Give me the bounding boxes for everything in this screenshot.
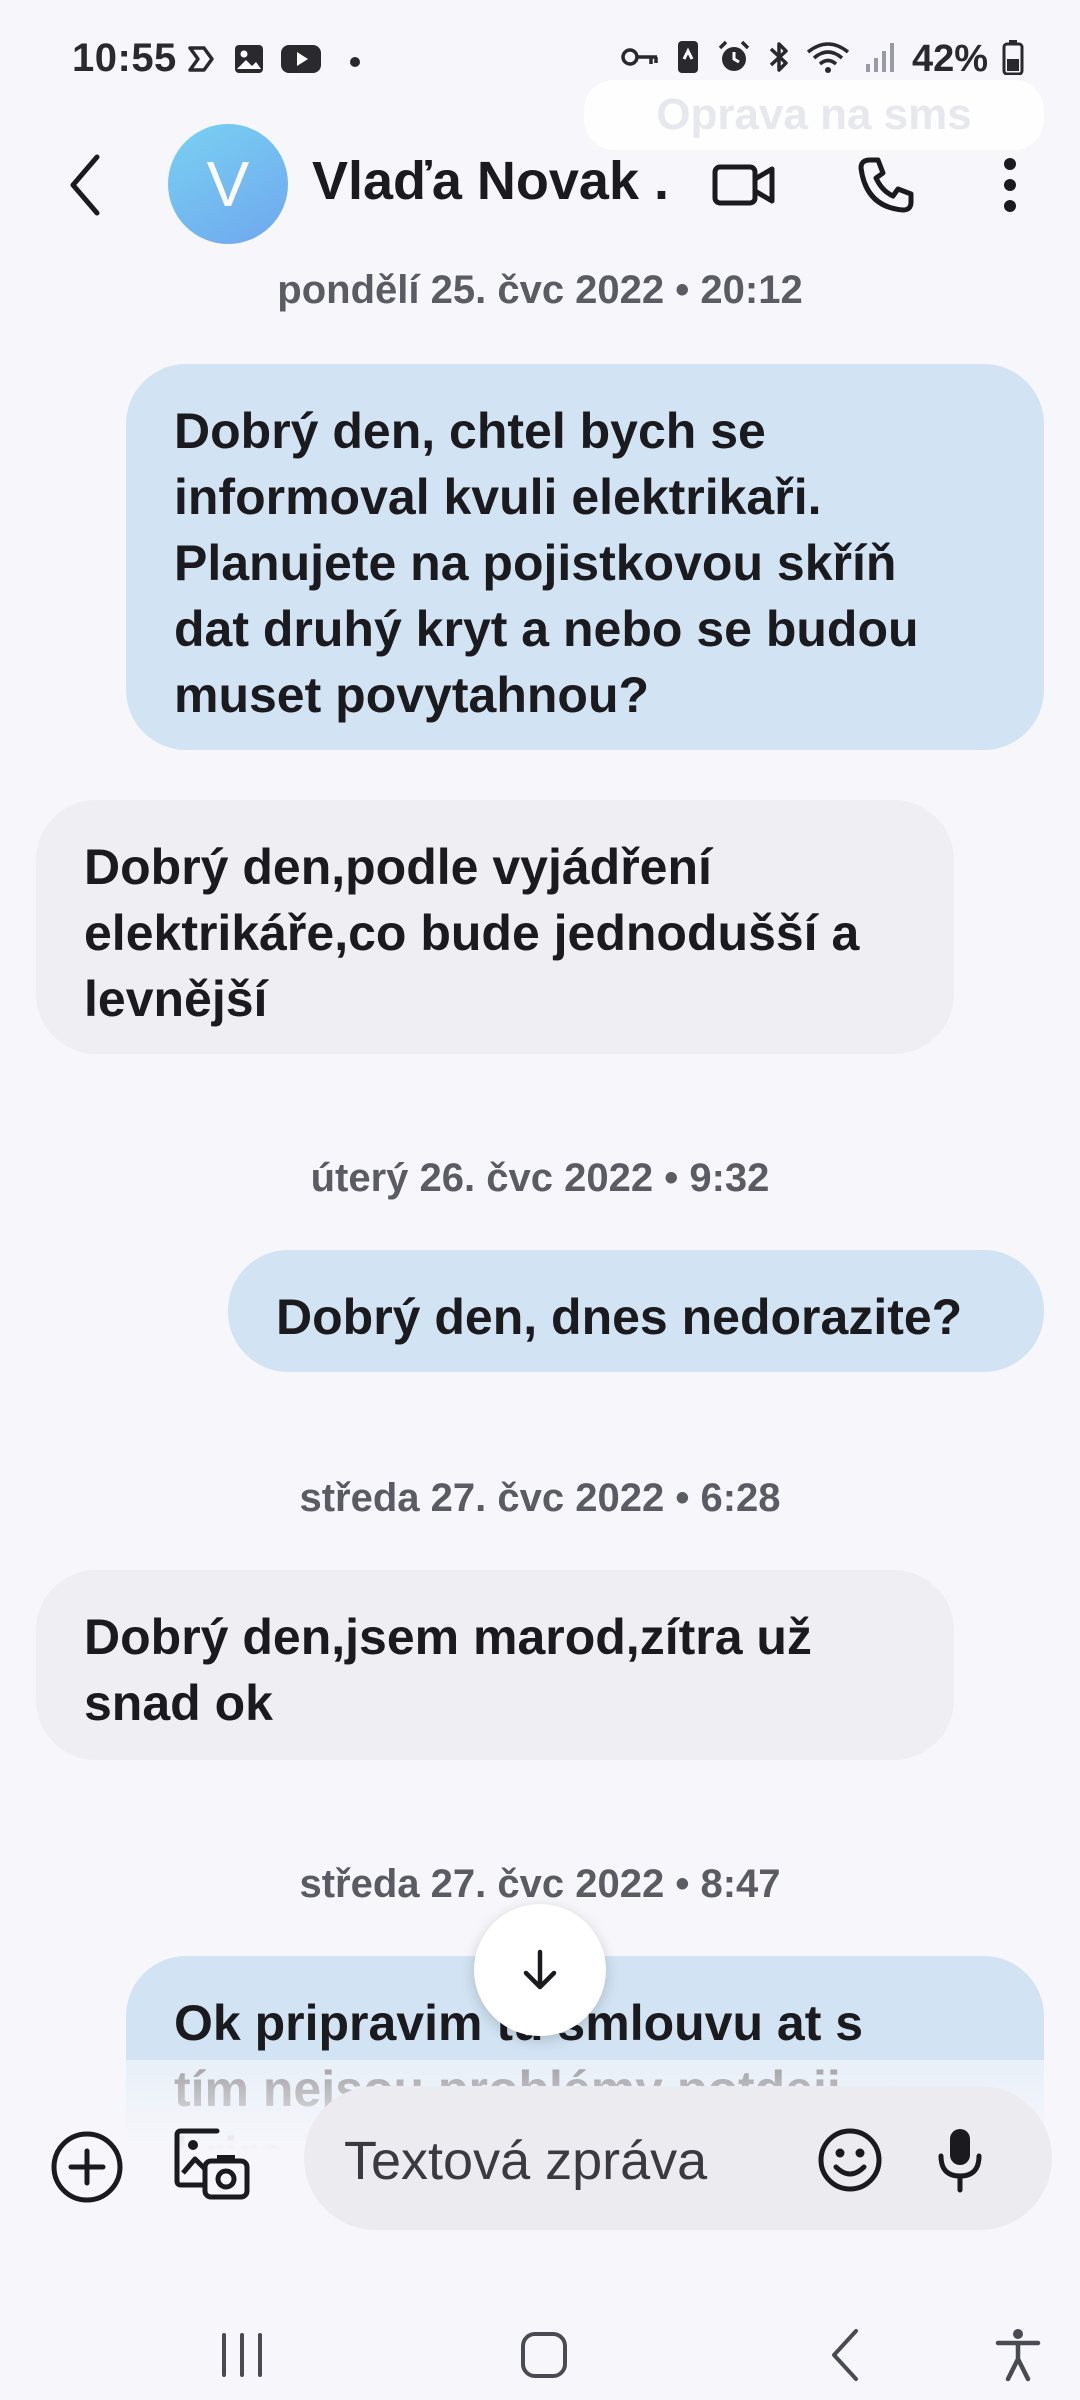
chevron-left-icon	[70, 154, 100, 216]
contact-avatar[interactable]: V	[168, 124, 288, 244]
emoji-button[interactable]	[812, 2122, 888, 2198]
message-input-container	[304, 2086, 1052, 2230]
status-time: 10:55	[72, 36, 177, 80]
gallery-camera-icon	[174, 2128, 250, 2200]
date-separator: úterý 26. čvc 2022 • 9:32	[310, 1156, 770, 1200]
date-separator: středa 27. čvc 2022 • 6:28	[299, 1476, 781, 1520]
microphone-icon	[938, 2129, 982, 2193]
gallery-icon	[232, 42, 266, 81]
arrow-down-icon	[523, 1949, 557, 1990]
sent-message[interactable]: Dobrý den, chtel bych se informoval kvul…	[126, 364, 1044, 750]
date-separator: pondělí 25. čvc 2022 • 20:12	[277, 268, 803, 312]
message-input[interactable]	[344, 2126, 774, 2196]
message-composer	[0, 2060, 1080, 2320]
plus-circle-icon	[51, 2131, 123, 2203]
phone-icon	[858, 157, 914, 213]
gallery-camera-button[interactable]	[172, 2124, 252, 2204]
wifi-icon	[806, 40, 850, 79]
key-icon	[620, 42, 660, 77]
status-right-icons: 42%	[620, 38, 1024, 81]
video-camera-icon	[712, 164, 775, 206]
home-icon	[521, 2332, 567, 2378]
date-separator: středa 27. čvc 2022 • 8:47	[299, 1862, 781, 1906]
emoji-icon	[818, 2128, 882, 2192]
recent-apps-button[interactable]	[202, 2320, 282, 2390]
contact-name[interactable]: Vlaďa Novak ...	[312, 150, 672, 212]
home-button[interactable]	[504, 2320, 584, 2390]
video-call-button[interactable]	[706, 150, 782, 220]
alarm-icon	[716, 39, 752, 80]
nfc-icon	[674, 39, 702, 80]
back-button[interactable]	[50, 150, 120, 220]
assistant-icon	[184, 42, 218, 81]
received-message[interactable]: Dobrý den,podle vyjádření elektrikáře,co…	[36, 800, 954, 1054]
sent-message[interactable]: Dobrý den, dnes nedorazite?	[228, 1250, 1044, 1372]
battery-percent: 42%	[911, 38, 988, 80]
notification-dot-icon	[350, 56, 360, 67]
conversation-header: V Vlaďa Novak ...	[0, 120, 1080, 250]
youtube-icon	[280, 43, 322, 80]
attach-button[interactable]	[48, 2128, 126, 2206]
received-message[interactable]: Dobrý den,jsem marod,zítra už snad ok	[36, 1570, 954, 1760]
scroll-to-bottom-button[interactable]	[474, 1904, 606, 2036]
nav-back-button[interactable]	[806, 2320, 886, 2390]
more-vertical-icon	[1004, 158, 1016, 212]
battery-icon	[1002, 39, 1024, 80]
voice-input-button[interactable]	[930, 2122, 990, 2198]
status-left-icons	[184, 42, 360, 81]
back-arrow-icon	[832, 2329, 858, 2381]
more-options-button[interactable]	[990, 150, 1030, 220]
accessibility-icon	[995, 2329, 1041, 2382]
accessibility-button[interactable]	[978, 2320, 1058, 2390]
messages-screen: 10:55 42% Oprava na sms V Vlaďa Novak ..…	[0, 0, 1080, 2400]
recent-apps-icon	[222, 2333, 262, 2377]
signal-icon	[864, 40, 898, 79]
voice-call-button[interactable]	[848, 150, 924, 220]
bluetooth-icon	[766, 39, 792, 80]
